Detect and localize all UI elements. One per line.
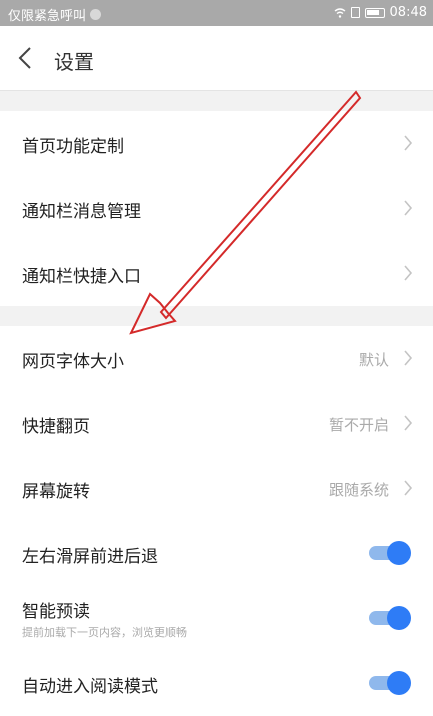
app-header: 设置 (0, 26, 433, 91)
row-label: 自动进入阅读模式 (22, 677, 158, 697)
settings-row-swipe-navigation: 左右滑屏前进后退 (0, 521, 433, 586)
settings-row-auto-reader-mode: 自动进入阅读模式 (0, 651, 433, 716)
settings-row-font-size[interactable]: 网页字体大小 默认 (0, 326, 433, 391)
clock: 08:48 (389, 5, 427, 20)
settings-row-screen-rotation[interactable]: 屏幕旋转 跟随系统 (0, 456, 433, 521)
row-label: 快捷翻页 (22, 417, 90, 437)
wifi-icon (334, 7, 345, 18)
row-label: 屏幕旋转 (22, 482, 90, 502)
section-divider (0, 91, 433, 111)
settings-row-notification-shortcut[interactable]: 通知栏快捷入口 (0, 241, 433, 306)
settings-row-notification-messages[interactable]: 通知栏消息管理 (0, 176, 433, 241)
row-value: 暂不开启 (328, 416, 389, 434)
section-divider (0, 306, 433, 326)
chevron-right-icon (404, 135, 413, 151)
status-bar-right: 08:48 (334, 5, 427, 20)
auto-reader-mode-toggle[interactable] (369, 670, 411, 696)
settings-row-homepage-custom[interactable]: 首页功能定制 (0, 111, 433, 176)
settings-row-quick-page[interactable]: 快捷翻页 暂不开启 (0, 391, 433, 456)
status-bar-left: 仅限紧急呼叫 (8, 5, 102, 24)
row-label: 智能预读 (22, 602, 90, 622)
sim-icon (350, 7, 360, 18)
row-label: 通知栏快捷入口 (22, 267, 141, 287)
row-value: 跟随系统 (328, 481, 389, 499)
back-arrow-icon[interactable] (14, 44, 38, 72)
carrier-text: 仅限紧急呼叫 (8, 9, 87, 24)
row-value: 默认 (358, 351, 389, 369)
status-bar: 仅限紧急呼叫 08:48 (0, 0, 433, 26)
page-title: 设置 (54, 50, 94, 74)
toggle-knob (387, 606, 411, 630)
chevron-right-icon (404, 265, 413, 281)
row-description: 提前加载下一页内容，浏览更顺畅 (22, 626, 187, 639)
toggle-knob (387, 671, 411, 695)
chevron-right-icon (404, 350, 413, 366)
row-label: 首页功能定制 (22, 137, 124, 157)
chevron-right-icon (404, 480, 413, 496)
chevron-right-icon (404, 415, 413, 431)
row-label: 左右滑屏前进后退 (22, 547, 158, 567)
moon-icon (90, 9, 102, 20)
toggle-knob (387, 541, 411, 565)
row-label: 通知栏消息管理 (22, 202, 141, 222)
swipe-navigation-toggle[interactable] (369, 540, 411, 566)
row-label: 网页字体大小 (22, 352, 124, 372)
battery-icon (364, 7, 385, 18)
chevron-right-icon (404, 200, 413, 216)
smart-preread-toggle[interactable] (369, 605, 411, 631)
settings-row-smart-preread: 智能预读 提前加载下一页内容，浏览更顺畅 (0, 586, 433, 651)
